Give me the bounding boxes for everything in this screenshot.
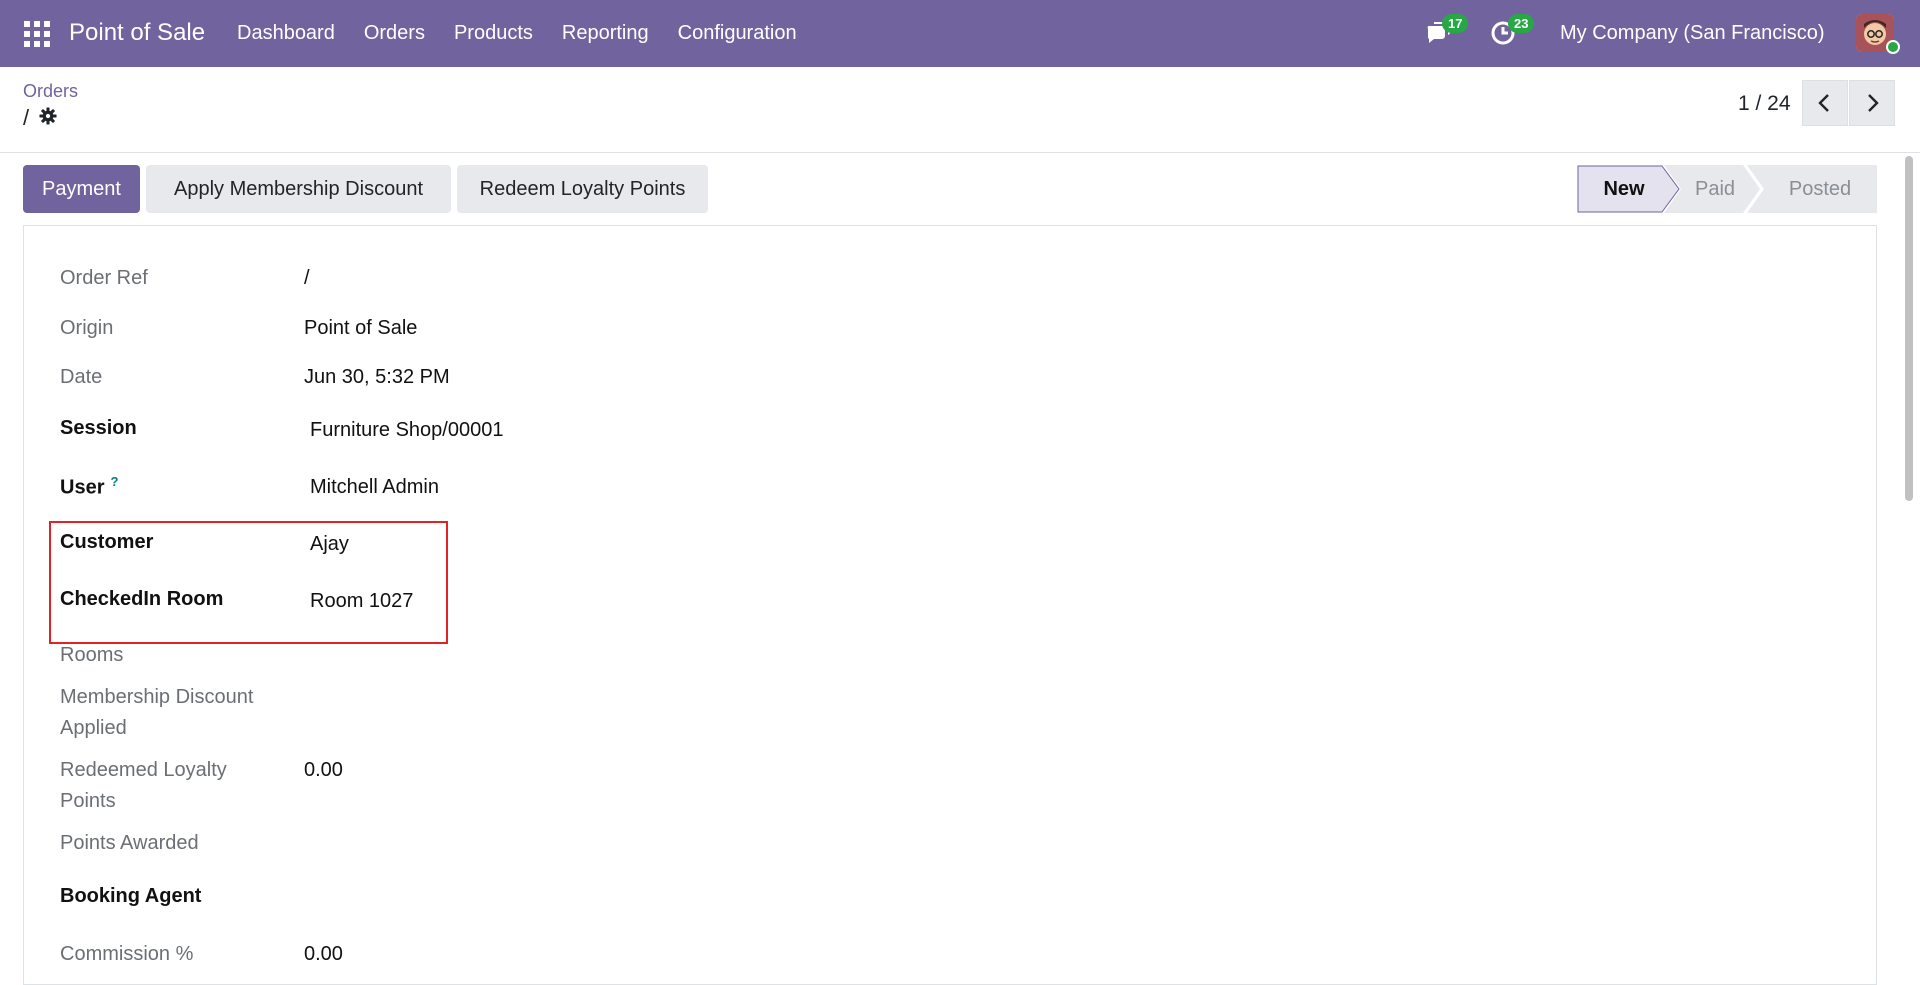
main-menu: Dashboard Orders Products Reporting Conf… <box>237 22 826 45</box>
order-ref-label: Order Ref <box>60 267 148 289</box>
breadcrumb-current: / <box>23 105 30 130</box>
gear-icon[interactable] <box>39 107 57 125</box>
redeem-loyalty-points-button[interactable]: Redeem Loyalty Points <box>457 165 708 213</box>
user-avatar[interactable] <box>1856 14 1900 54</box>
messages-count-badge: 17 <box>1442 14 1469 33</box>
booking-agent-label: Booking Agent <box>60 885 202 907</box>
session-label: Session <box>60 417 137 439</box>
apply-membership-discount-button[interactable]: Apply Membership Discount <box>146 165 451 213</box>
chevron-right-icon <box>1868 94 1879 112</box>
redeemed-loyalty-label-line2: Points <box>60 790 116 812</box>
control-panel: Orders / 1 / 24 <box>0 67 1920 153</box>
company-switcher[interactable]: My Company (San Francisco) <box>1560 22 1825 45</box>
payment-button[interactable]: Payment <box>23 165 140 213</box>
highlight-box <box>49 521 448 644</box>
pager-value[interactable]: 1 / 24 <box>1738 92 1791 116</box>
order-ref-value: / <box>304 267 310 289</box>
page-scrollbar[interactable] <box>1902 154 1916 964</box>
online-status-dot <box>1886 40 1900 54</box>
user-help-icon[interactable]: ? <box>110 474 118 489</box>
stage-new[interactable]: New <box>1577 165 1671 213</box>
date-label: Date <box>60 366 103 388</box>
origin-value: Point of Sale <box>304 317 418 339</box>
session-field[interactable]: Furniture Shop/00001 <box>310 419 503 442</box>
breadcrumb-orders[interactable]: Orders <box>23 81 78 102</box>
membership-discount-label-line1: Membership Discount <box>60 686 254 708</box>
pager-previous-button[interactable] <box>1802 80 1848 126</box>
origin-label: Origin <box>60 317 114 339</box>
chevron-left-icon <box>1818 94 1829 112</box>
redeemed-loyalty-value: 0.00 <box>304 759 343 781</box>
menu-orders[interactable]: Orders <box>364 22 425 45</box>
menu-configuration[interactable]: Configuration <box>678 22 797 45</box>
menu-dashboard[interactable]: Dashboard <box>237 22 335 45</box>
stage-posted[interactable]: Posted <box>1763 165 1877 213</box>
scrollbar-thumb[interactable] <box>1905 156 1913 501</box>
redeemed-loyalty-label-line1: Redeemed Loyalty <box>60 759 227 781</box>
user-label-text: User <box>60 476 105 499</box>
stage-paid[interactable]: Paid <box>1677 165 1753 213</box>
rooms-label: Rooms <box>60 644 124 666</box>
menu-reporting[interactable]: Reporting <box>562 22 649 45</box>
pager-next-button[interactable] <box>1849 80 1895 126</box>
activities-button[interactable]: 23 <box>1490 14 1535 48</box>
user-label: User? <box>60 474 118 500</box>
user-field[interactable]: Mitchell Admin <box>310 476 439 499</box>
status-bar: New Paid Posted <box>1577 165 1877 213</box>
app-brand[interactable]: Point of Sale <box>69 19 205 47</box>
menu-products[interactable]: Products <box>454 22 533 45</box>
apps-grid-icon[interactable] <box>24 21 50 47</box>
activities-count-badge: 23 <box>1508 14 1535 33</box>
date-value: Jun 30, 5:32 PM <box>304 366 450 388</box>
commission-value: 0.00 <box>304 943 343 965</box>
points-awarded-label: Points Awarded <box>60 832 199 854</box>
commission-label: Commission % <box>60 943 194 965</box>
messages-button[interactable]: 17 <box>1424 14 1469 48</box>
top-navbar: Point of Sale Dashboard Orders Products … <box>0 0 1920 67</box>
membership-discount-label-line2: Applied <box>60 717 127 739</box>
